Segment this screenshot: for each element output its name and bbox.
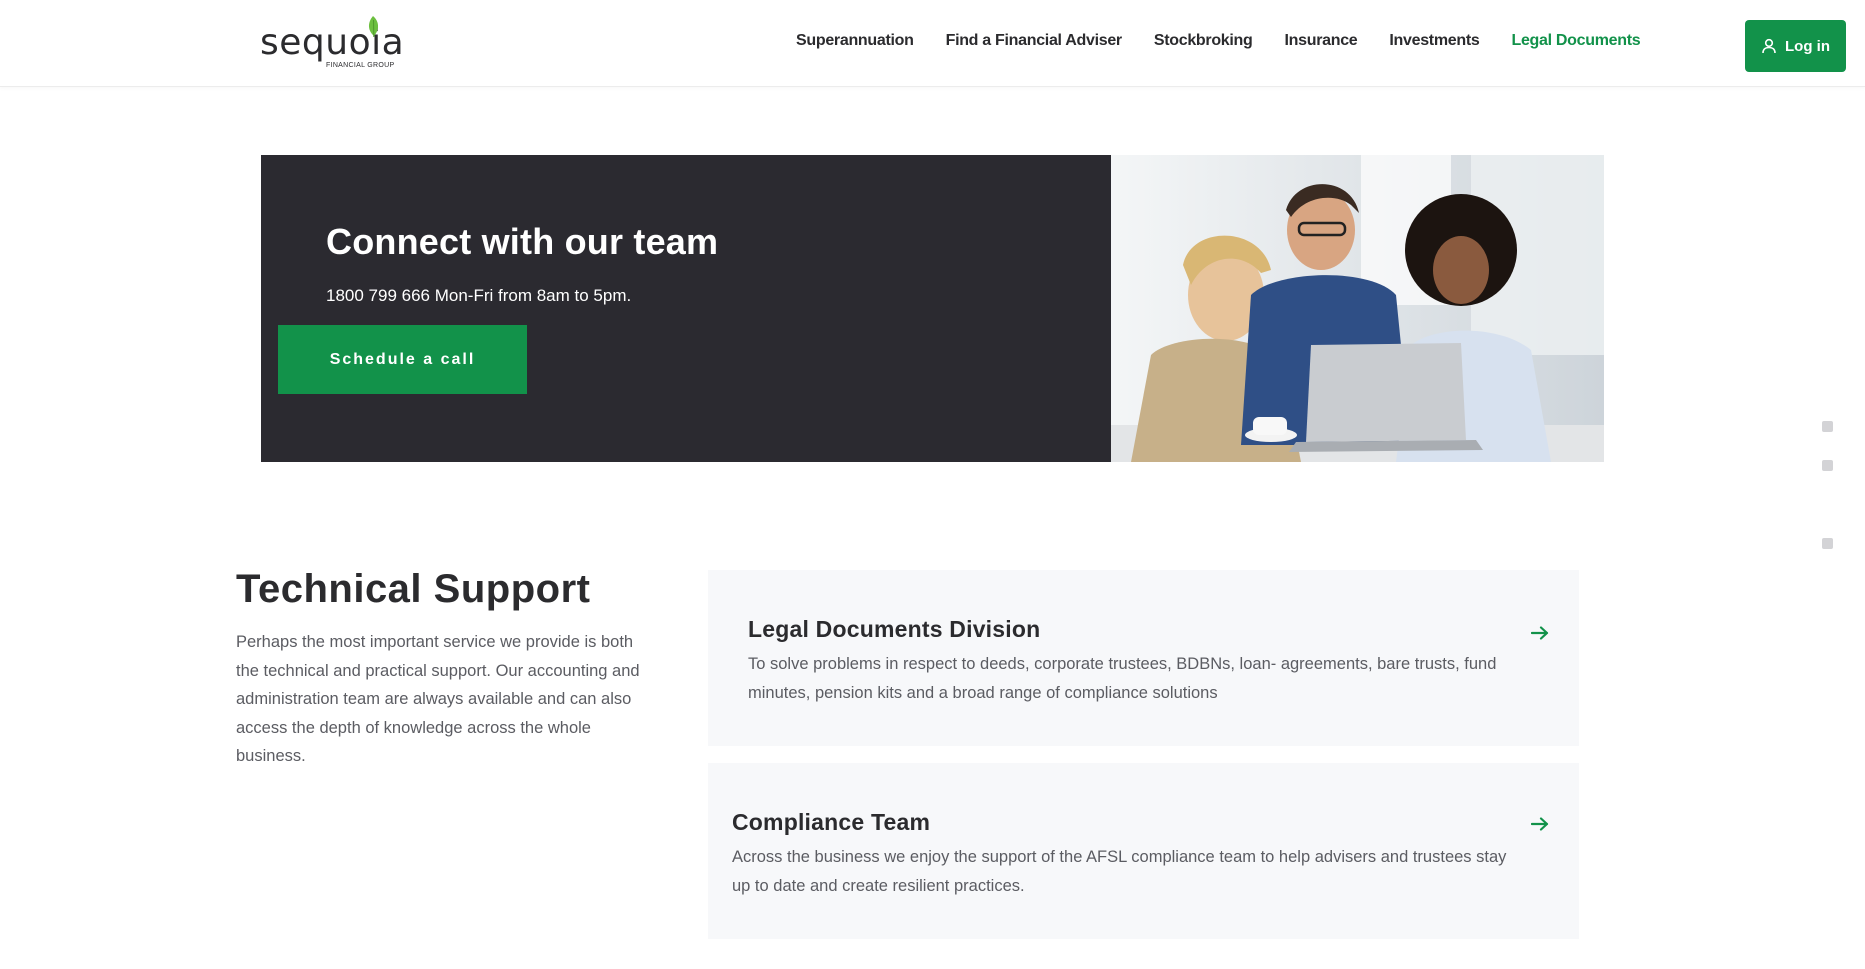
banner-title: Connect with our team [326,221,719,262]
nav-stockbroking[interactable]: Stockbroking [1154,32,1253,50]
card-text: Across the business we enjoy the support… [732,848,1507,895]
logo-subtitle: FINANCIAL GROUP [326,62,395,69]
main-nav: Superannuation Find a Financial Adviser … [796,32,1672,50]
legal-documents-card[interactable]: Legal Documents Division To solve proble… [708,570,1579,746]
nav-insurance[interactable]: Insurance [1285,32,1358,50]
login-button[interactable]: Log in [1745,20,1846,72]
card-title: Compliance Team [732,809,931,835]
logo-wordmark: sequoia [260,22,405,63]
section-dot-1[interactable] [1822,421,1833,432]
nav-find-financial-adviser[interactable]: Find a Financial Adviser [946,32,1123,50]
compliance-team-card[interactable]: Compliance Team Across the business we e… [708,763,1579,939]
sequoia-logo[interactable]: sequoia FINANCIAL GROUP [260,16,405,74]
banner-phone-hours: 1800 799 666 Mon-Fri from 8am to 5pm. [326,286,632,305]
nav-superannuation[interactable]: Superannuation [796,32,914,50]
user-icon [1762,38,1776,54]
card-text: To solve problems in respect to deeds, c… [748,655,1497,702]
nav-investments[interactable]: Investments [1389,32,1479,50]
leaf-icon [368,16,379,38]
login-label: Log in [1785,37,1830,55]
contact-banner: Connect with our team 1800 799 666 Mon-F… [261,155,1604,462]
arrow-right-icon[interactable] [1531,626,1549,640]
section-dot-2[interactable] [1822,460,1833,471]
nav-legal-documents[interactable]: Legal Documents [1511,32,1640,50]
card-title: Legal Documents Division [748,616,1041,642]
technical-support-title: Technical Support [236,567,591,611]
team-photo [1111,155,1604,462]
arrow-right-icon[interactable] [1531,817,1549,831]
technical-support-text: Perhaps the most important service we pr… [236,633,640,765]
section-dot-3[interactable] [1822,538,1833,549]
schedule-call-button[interactable]: Schedule a call [278,325,527,394]
site-header: sequoia FINANCIAL GROUP Superannuation F… [0,0,1865,87]
